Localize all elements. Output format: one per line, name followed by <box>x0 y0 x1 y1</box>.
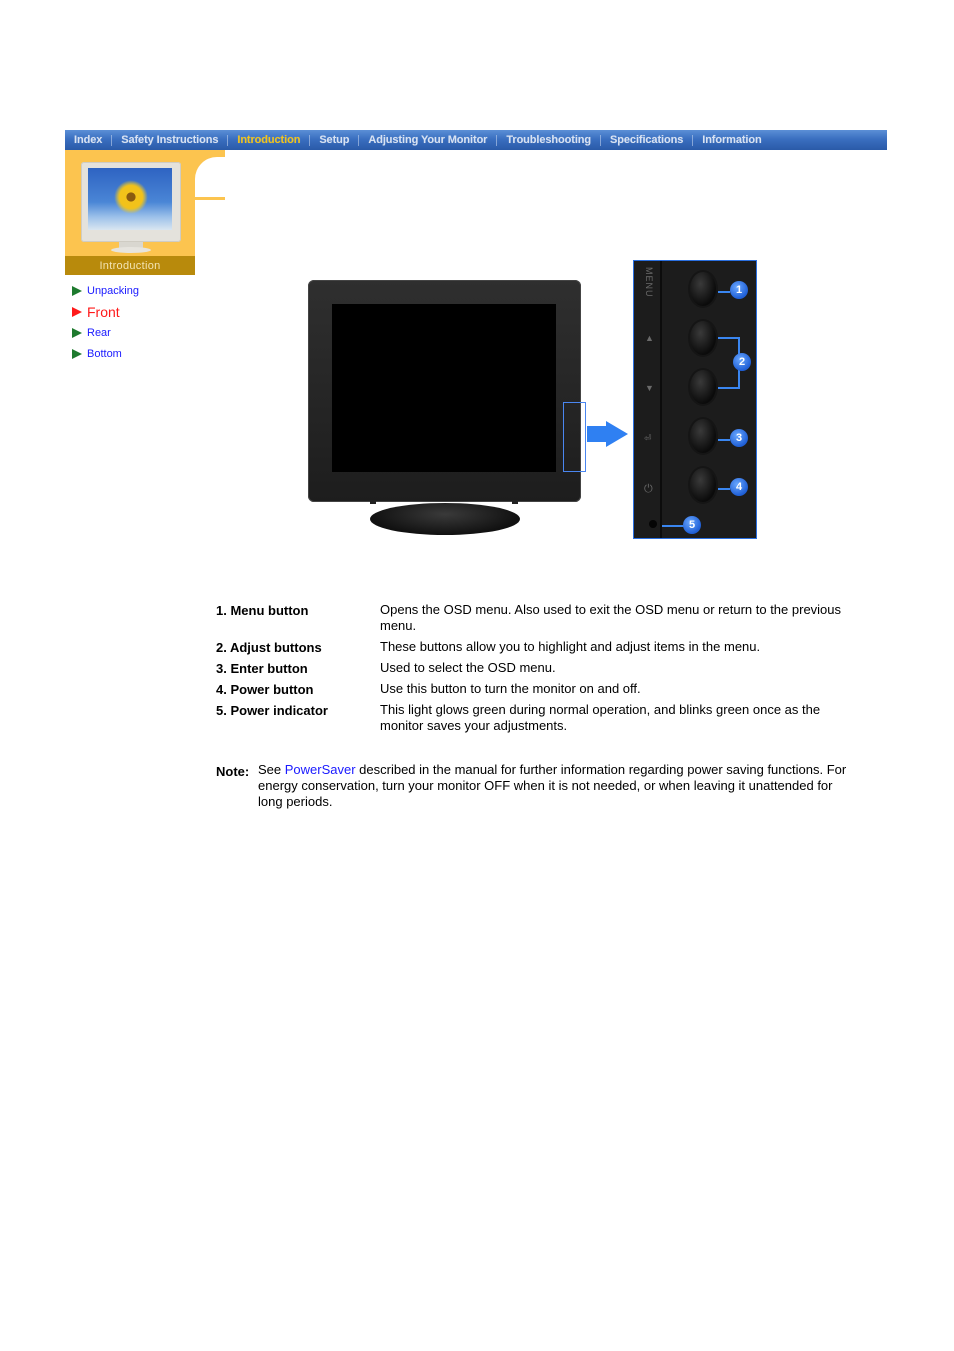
description-term: 2. Adjust buttons <box>216 640 322 655</box>
description-text: This light glows green during normal ope… <box>380 702 821 733</box>
section-monitor-image <box>81 162 181 253</box>
side-link-label: Front <box>87 303 120 320</box>
side-link-bottom[interactable]: Bottom <box>72 343 139 364</box>
side-nav: Unpacking Front Rear Bottom <box>72 280 139 364</box>
thumb-monitor-base <box>111 247 151 253</box>
description-text: Opens the OSD menu. Also used to exit th… <box>380 602 842 633</box>
side-link-label: Unpacking <box>87 284 139 297</box>
side-link-front[interactable]: Front <box>72 301 139 322</box>
power-button-image <box>690 468 716 502</box>
side-link-rear[interactable]: Rear <box>72 322 139 343</box>
nav-item-troubleshooting[interactable]: Troubleshooting <box>497 134 600 146</box>
description-text: Used to select the OSD menu. <box>380 660 556 675</box>
side-link-unpacking[interactable]: Unpacking <box>72 280 139 301</box>
monitor-foot <box>370 500 376 504</box>
callout-4: 4 <box>730 478 748 496</box>
sunflower-image <box>114 180 148 214</box>
top-nav-bar: Index Safety Instructions Introduction S… <box>65 130 887 150</box>
callout-2: 2 <box>733 353 751 371</box>
nav-item-index[interactable]: Index <box>65 134 111 146</box>
button-descriptions: 1. Menu button Opens the OSD menu. Also … <box>216 602 856 739</box>
down-button-image <box>690 370 716 404</box>
side-link-label: Bottom <box>87 347 122 360</box>
description-term: 3. Enter button <box>216 661 308 676</box>
powersaver-link[interactable]: PowerSaver <box>285 762 356 777</box>
nav-item-information[interactable]: Information <box>693 134 770 146</box>
down-arrow-icon: ▼ <box>645 383 654 393</box>
description-row: 3. Enter button Used to select the OSD m… <box>216 660 856 676</box>
description-text: These buttons allow you to highlight and… <box>380 639 761 654</box>
description-term: 4. Power button <box>216 682 314 697</box>
green-arrow-icon <box>72 285 82 296</box>
callout-5: 5 <box>683 516 701 534</box>
up-button-image <box>690 321 716 355</box>
note-prefix: See <box>258 762 285 777</box>
nav-item-safety-instructions[interactable]: Safety Instructions <box>112 134 227 146</box>
enter-icon: ⏎ <box>644 433 652 443</box>
thumb-monitor-screen <box>88 168 172 230</box>
description-term: 1. Menu button <box>216 603 309 618</box>
monitor-stand <box>370 503 520 535</box>
callout-line <box>718 439 730 441</box>
description-text: Use this button to turn the monitor on a… <box>380 681 641 696</box>
callout-line <box>718 488 730 490</box>
zoom-arrow-head-icon <box>606 421 628 447</box>
nav-item-introduction[interactable]: Introduction <box>228 134 309 146</box>
description-row: 4. Power button Use this button to turn … <box>216 681 856 697</box>
button-area-highlight <box>563 402 586 472</box>
note-text: See PowerSaver described in the manual f… <box>258 762 856 810</box>
enter-button-image <box>690 419 716 453</box>
section-label-bar: Introduction <box>65 256 195 275</box>
callout-3: 3 <box>730 429 748 447</box>
callout-1: 1 <box>730 281 748 299</box>
panel-divider <box>660 261 662 538</box>
green-arrow-icon <box>72 327 82 338</box>
callout-line <box>718 291 730 293</box>
description-row: 2. Adjust buttons These buttons allow yo… <box>216 639 856 655</box>
description-row: 1. Menu button Opens the OSD menu. Also … <box>216 602 856 634</box>
section-label: Introduction <box>99 259 161 272</box>
description-term: 5. Power indicator <box>216 703 328 718</box>
nav-item-setup[interactable]: Setup <box>310 134 358 146</box>
up-arrow-icon: ▲ <box>645 333 654 343</box>
green-arrow-icon <box>72 348 82 359</box>
nav-item-specifications[interactable]: Specifications <box>601 134 692 146</box>
nav-item-adjusting-your-monitor[interactable]: Adjusting Your Monitor <box>359 134 496 146</box>
note-label: Note: <box>216 764 250 779</box>
button-panel-closeup: MENU ▲ ▼ ⏎ ⏻ 1 2 3 4 5 <box>633 260 757 539</box>
red-arrow-icon <box>72 306 82 317</box>
callout-line <box>662 525 684 527</box>
side-link-label: Rear <box>87 326 111 339</box>
callout-line <box>718 387 740 389</box>
thumb-monitor-bezel <box>81 162 181 242</box>
monitor-bezel <box>308 280 581 502</box>
description-row: 5. Power indicator This light glows gree… <box>216 702 856 734</box>
monitor-foot <box>512 500 518 504</box>
power-icon: ⏻ <box>644 483 653 495</box>
menu-label: MENU <box>644 267 654 298</box>
monitor-front-figure: MENU ▲ ▼ ⏎ ⏻ 1 2 3 4 5 <box>300 255 770 555</box>
power-indicator-led <box>649 520 657 528</box>
monitor-screen <box>332 304 556 472</box>
note-block: Note: See PowerSaver described in the ma… <box>216 762 856 810</box>
zoom-arrow-icon <box>587 426 607 442</box>
callout-line <box>718 337 740 339</box>
menu-button-image <box>690 272 716 306</box>
